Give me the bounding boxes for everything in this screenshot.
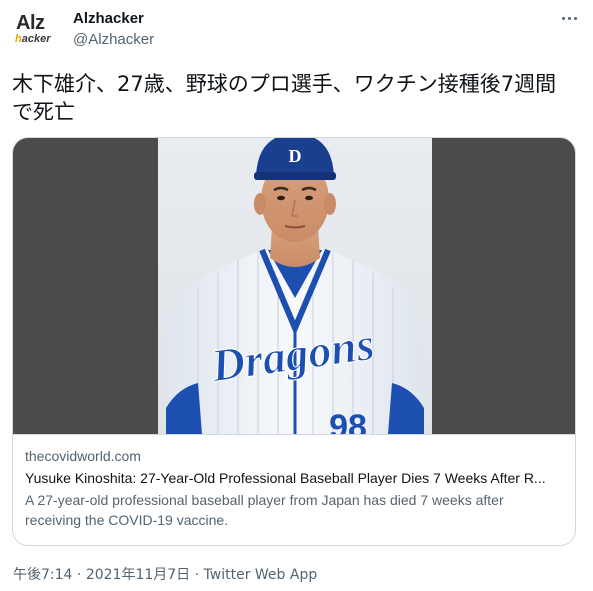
- author-handle[interactable]: @Alzhacker: [73, 30, 154, 50]
- separator: ·: [72, 567, 86, 583]
- more-options-button[interactable]: [558, 8, 580, 28]
- svg-text:D: D: [289, 146, 302, 166]
- tweet-timestamp: 午後7:14 · 2021年11月7日 · Twitter Web App: [13, 565, 317, 585]
- avatar-logo-subtext: hacker: [15, 33, 51, 45]
- baseball-player-illustration: D Dragons 98: [166, 138, 424, 434]
- card-image[interactable]: D Dragons 98: [13, 138, 575, 434]
- more-dot: [573, 16, 577, 20]
- separator: ·: [190, 567, 204, 583]
- card-description: A 27-year-old professional baseball play…: [25, 492, 504, 528]
- jersey-number: 98: [329, 408, 367, 434]
- more-dot: [567, 16, 571, 20]
- card-domain: thecovidworld.com: [25, 448, 141, 464]
- avatar[interactable]: Alz hacker: [12, 8, 60, 56]
- tweet: Alz hacker Alzhacker @Alzhacker 木下雄介、27歳…: [0, 0, 593, 591]
- tweet-text: 木下雄介、27歳、野球のプロ選手、ワクチン接種後7週間で死亡: [12, 72, 557, 124]
- player-photo: D Dragons 98: [158, 138, 432, 434]
- author-display-name[interactable]: Alzhacker: [73, 9, 144, 29]
- more-horizontal-icon: [561, 16, 565, 20]
- avatar-logo-text: Alz: [16, 12, 45, 34]
- tweet-source-link[interactable]: Twitter Web App: [204, 567, 318, 583]
- card-body[interactable]: thecovidworld.com Yusuke Kinoshita: 27-Y…: [13, 434, 575, 530]
- tweet-time-link[interactable]: 午後7:14: [13, 567, 72, 583]
- link-card[interactable]: D Dragons 98 thecovidworld.com Yusuke Ki…: [12, 137, 576, 546]
- tweet-date-link[interactable]: 2021年11月7日: [86, 567, 190, 583]
- card-title: Yusuke Kinoshita: 27-Year-Old Profession…: [25, 470, 546, 486]
